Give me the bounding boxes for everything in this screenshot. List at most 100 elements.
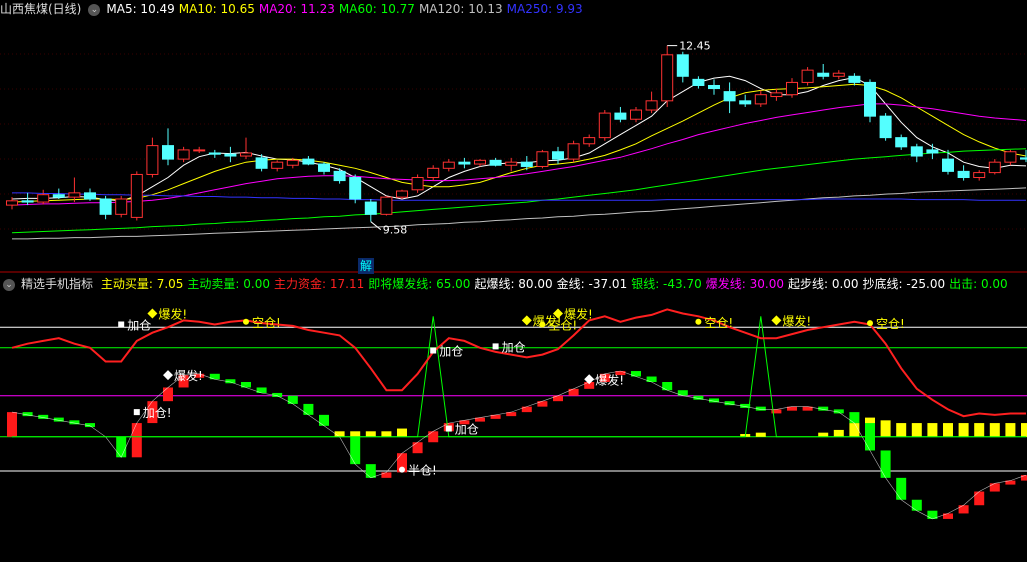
candle-body <box>645 100 658 111</box>
sell-volume-bar <box>958 423 969 437</box>
candle <box>630 106 642 123</box>
sell-volume-bar <box>755 432 766 437</box>
buy-volume-bar <box>631 371 641 377</box>
candle <box>817 64 830 80</box>
candle <box>754 90 767 107</box>
buy-volume-bar <box>553 395 563 402</box>
candle-body <box>832 72 845 77</box>
signal-label: 空仓! <box>252 316 281 330</box>
candle <box>318 162 330 175</box>
buy-volume-bar <box>287 395 298 404</box>
buy-volume-bar <box>381 472 392 478</box>
sell-volume-bar <box>1005 423 1016 437</box>
candle <box>474 159 486 167</box>
buy-volume-bar <box>412 442 423 454</box>
candle <box>364 198 377 222</box>
signal-label: 爆发! <box>174 368 203 383</box>
candle <box>770 88 783 101</box>
candle-body <box>567 143 580 160</box>
candle-body <box>271 161 284 169</box>
candle-body <box>380 196 393 215</box>
signal-square <box>492 343 499 350</box>
candle-body <box>895 137 908 148</box>
candle-body <box>255 157 268 169</box>
buy-volume-bar <box>677 390 688 396</box>
candle <box>130 171 143 221</box>
candle-body <box>754 94 767 105</box>
signal-square <box>445 425 452 432</box>
signal-diamond <box>771 315 782 326</box>
candle-body <box>68 192 81 198</box>
candle <box>177 146 190 163</box>
buy-volume-bar <box>989 483 1000 492</box>
solve-button[interactable]: 解 <box>358 258 374 274</box>
signal-label: 爆发! <box>595 372 624 387</box>
signal-dot <box>243 318 249 325</box>
candle-body <box>115 198 128 215</box>
candle <box>692 76 705 89</box>
signal-diamond <box>521 315 532 326</box>
sell-volume-bar <box>397 428 407 437</box>
signal-marker: 爆发! <box>163 368 203 383</box>
signal-label: 加仓 <box>127 318 151 332</box>
buy-volume-bar <box>911 499 922 511</box>
buy-volume-bar <box>849 412 860 424</box>
candle-body <box>536 151 549 167</box>
buy-volume-bar <box>958 505 969 514</box>
candle-body <box>520 161 533 167</box>
candle-body <box>614 112 627 120</box>
sell-volume-bar <box>880 420 891 437</box>
signal-label: 加仓 <box>455 423 479 437</box>
signal-square <box>430 347 437 354</box>
candle-body <box>411 177 424 191</box>
candle-body <box>396 190 408 198</box>
buy-volume-bar <box>974 491 985 506</box>
candle-body <box>817 72 830 77</box>
candle <box>552 146 564 165</box>
signal-label: 爆发! <box>158 307 187 322</box>
candle <box>193 146 206 153</box>
candle-body <box>302 158 315 165</box>
signal-label: 加仓 <box>502 340 526 354</box>
buy-volume-bar <box>662 382 673 391</box>
candle <box>396 189 408 199</box>
candle <box>411 174 424 193</box>
candle <box>973 170 986 181</box>
candle <box>68 177 81 203</box>
sell-volume-bar <box>974 423 985 437</box>
candle <box>240 137 252 160</box>
signal-label: 空仓! <box>704 316 733 330</box>
buy-volume-bar <box>241 382 251 388</box>
buy-volume-bar <box>646 376 657 382</box>
candle <box>832 70 845 80</box>
sell-volume-bar <box>849 423 860 437</box>
candle <box>801 67 814 86</box>
candle-body <box>442 161 455 169</box>
signal-marker: 加仓 <box>430 345 463 359</box>
signal-marker: 爆发! <box>771 313 811 328</box>
kline-chart[interactable]: 12.459.58加仓爆发!空仓!加仓 加仓爆发!空仓!爆发!空仓! 爆发! 空仓!爆… <box>0 0 1027 562</box>
candle-body <box>84 192 96 200</box>
candle-body <box>926 149 939 154</box>
candle-body <box>6 200 18 206</box>
candle-body <box>1020 157 1027 160</box>
buy-volume-bar <box>163 387 173 402</box>
sell-volume-bar <box>833 429 844 437</box>
buy-volume-bar <box>131 423 142 458</box>
buy-volume-bar <box>880 450 891 478</box>
candle <box>489 157 502 167</box>
candle-body <box>474 159 486 165</box>
buy-volume-bar <box>521 406 532 413</box>
candle-body <box>973 172 986 179</box>
candle <box>302 156 315 166</box>
candle <box>567 140 580 163</box>
sell-volume-bar <box>350 431 361 437</box>
candle-body <box>988 161 1001 174</box>
sell-volume-bar <box>1021 423 1027 437</box>
sell-volume-bar <box>989 423 1000 437</box>
candle-body <box>708 84 720 90</box>
signal-label: 爆发! <box>564 307 593 322</box>
sell-volume-bar <box>943 423 953 437</box>
candle <box>708 79 720 95</box>
candle-body <box>349 177 362 200</box>
